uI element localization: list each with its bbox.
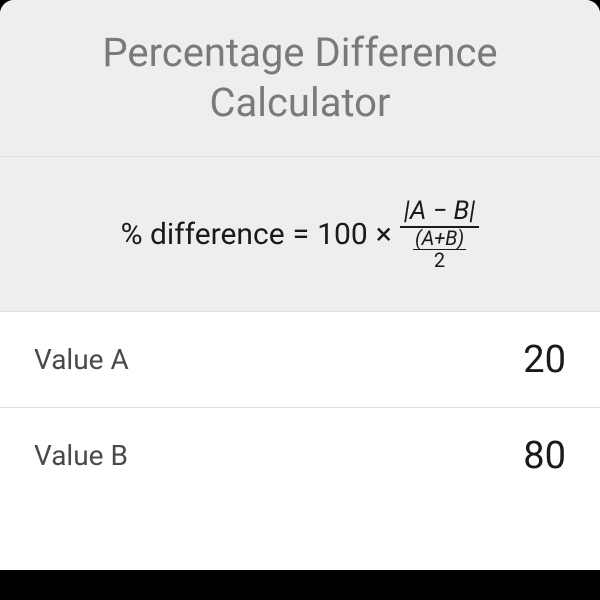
label-value-b: Value B (34, 439, 128, 472)
formula-lhs: % difference (121, 217, 285, 252)
formula-coeff: 100 (317, 217, 368, 252)
page-title: Percentage Difference Calculator (40, 28, 560, 128)
formula-numerator: |A − B| (400, 197, 480, 226)
formula-fraction: |A − B| (A+B) 2 (400, 197, 480, 271)
calculator-card: Percentage Difference Calculator % diffe… (0, 0, 600, 570)
input-row-value-b[interactable]: Value B 80 (0, 408, 600, 503)
formula-times: × (376, 217, 392, 252)
input-row-value-a[interactable]: Value A 20 (0, 312, 600, 408)
card-header: Percentage Difference Calculator (0, 0, 600, 157)
formula-inner-fraction: (A+B) 2 (413, 228, 466, 272)
formula-inner-den: 2 (432, 250, 447, 271)
label-value-a: Value A (34, 343, 129, 376)
formula-equals: = (293, 217, 309, 252)
value-a[interactable]: 20 (523, 338, 566, 382)
formula-inner-num: (A+B) (413, 228, 466, 249)
value-b[interactable]: 80 (523, 434, 566, 478)
formula-display: % difference = 100 × |A − B| (A+B) 2 (0, 157, 600, 312)
